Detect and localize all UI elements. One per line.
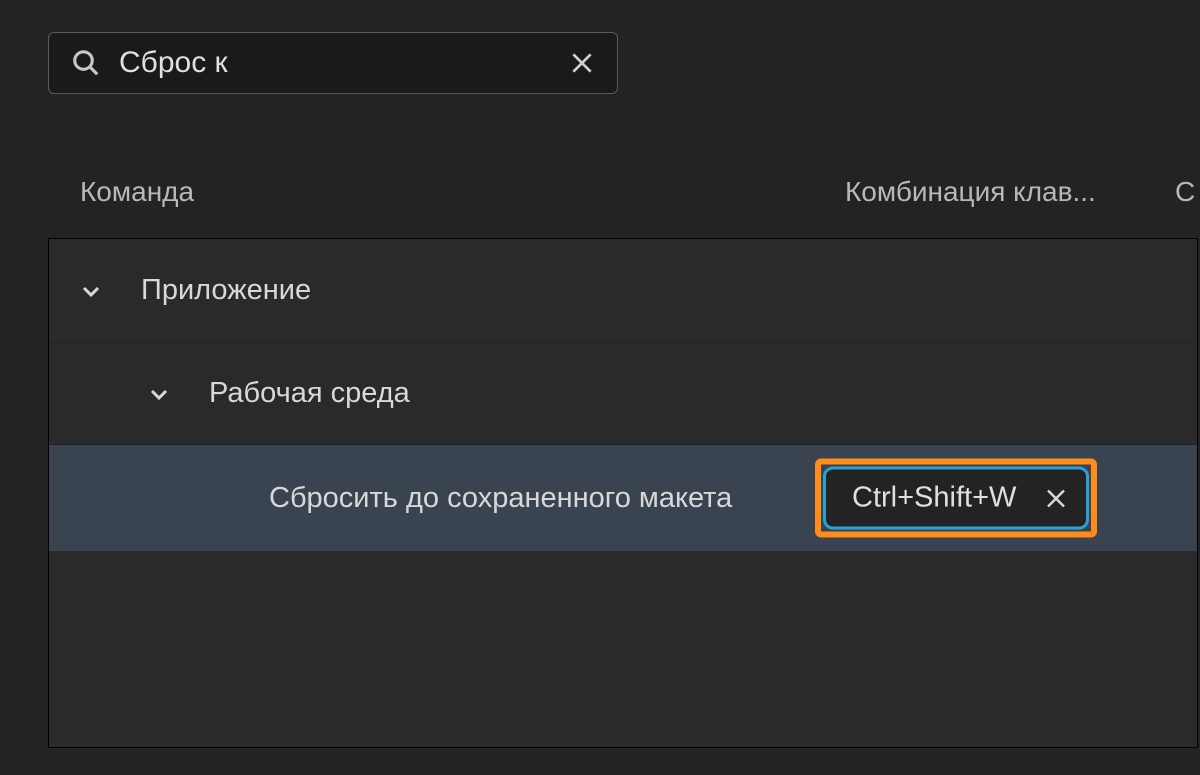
tree-label-application: Приложение (141, 274, 311, 307)
shortcut-value: Ctrl+Shift+W (852, 482, 1016, 515)
column-header-shortcut[interactable]: Комбинация клав... (845, 176, 1096, 208)
tree-row-reset-layout[interactable]: Сбросить до сохраненного макета Ctrl+Shi… (49, 445, 1197, 551)
column-headers: Команда Комбинация клав... С (0, 176, 1200, 208)
chevron-down-icon[interactable] (79, 279, 109, 303)
shortcut-cell: Ctrl+Shift+W (815, 459, 1097, 538)
search-input[interactable] (119, 46, 569, 80)
shortcut-input[interactable]: Ctrl+Shift+W (823, 467, 1089, 530)
search-input-container[interactable] (48, 32, 618, 94)
tree-label-workspace: Рабочая среда (209, 377, 410, 410)
chevron-down-icon[interactable] (147, 382, 177, 406)
tree-row-workspace[interactable]: Рабочая среда (49, 343, 1197, 445)
search-icon (71, 48, 101, 78)
tree-label-reset-layout: Сбросить до сохраненного макета (269, 482, 732, 515)
clear-search-icon[interactable] (569, 50, 595, 76)
tree-row-application[interactable]: Приложение (49, 239, 1197, 343)
column-header-command[interactable]: Команда (80, 176, 194, 208)
highlight-annotation: Ctrl+Shift+W (815, 459, 1097, 538)
column-header-extra[interactable]: С (1175, 176, 1195, 208)
shortcuts-table: Приложение Рабочая среда Сбросить до сох… (48, 238, 1198, 748)
clear-shortcut-icon[interactable] (1044, 486, 1068, 510)
